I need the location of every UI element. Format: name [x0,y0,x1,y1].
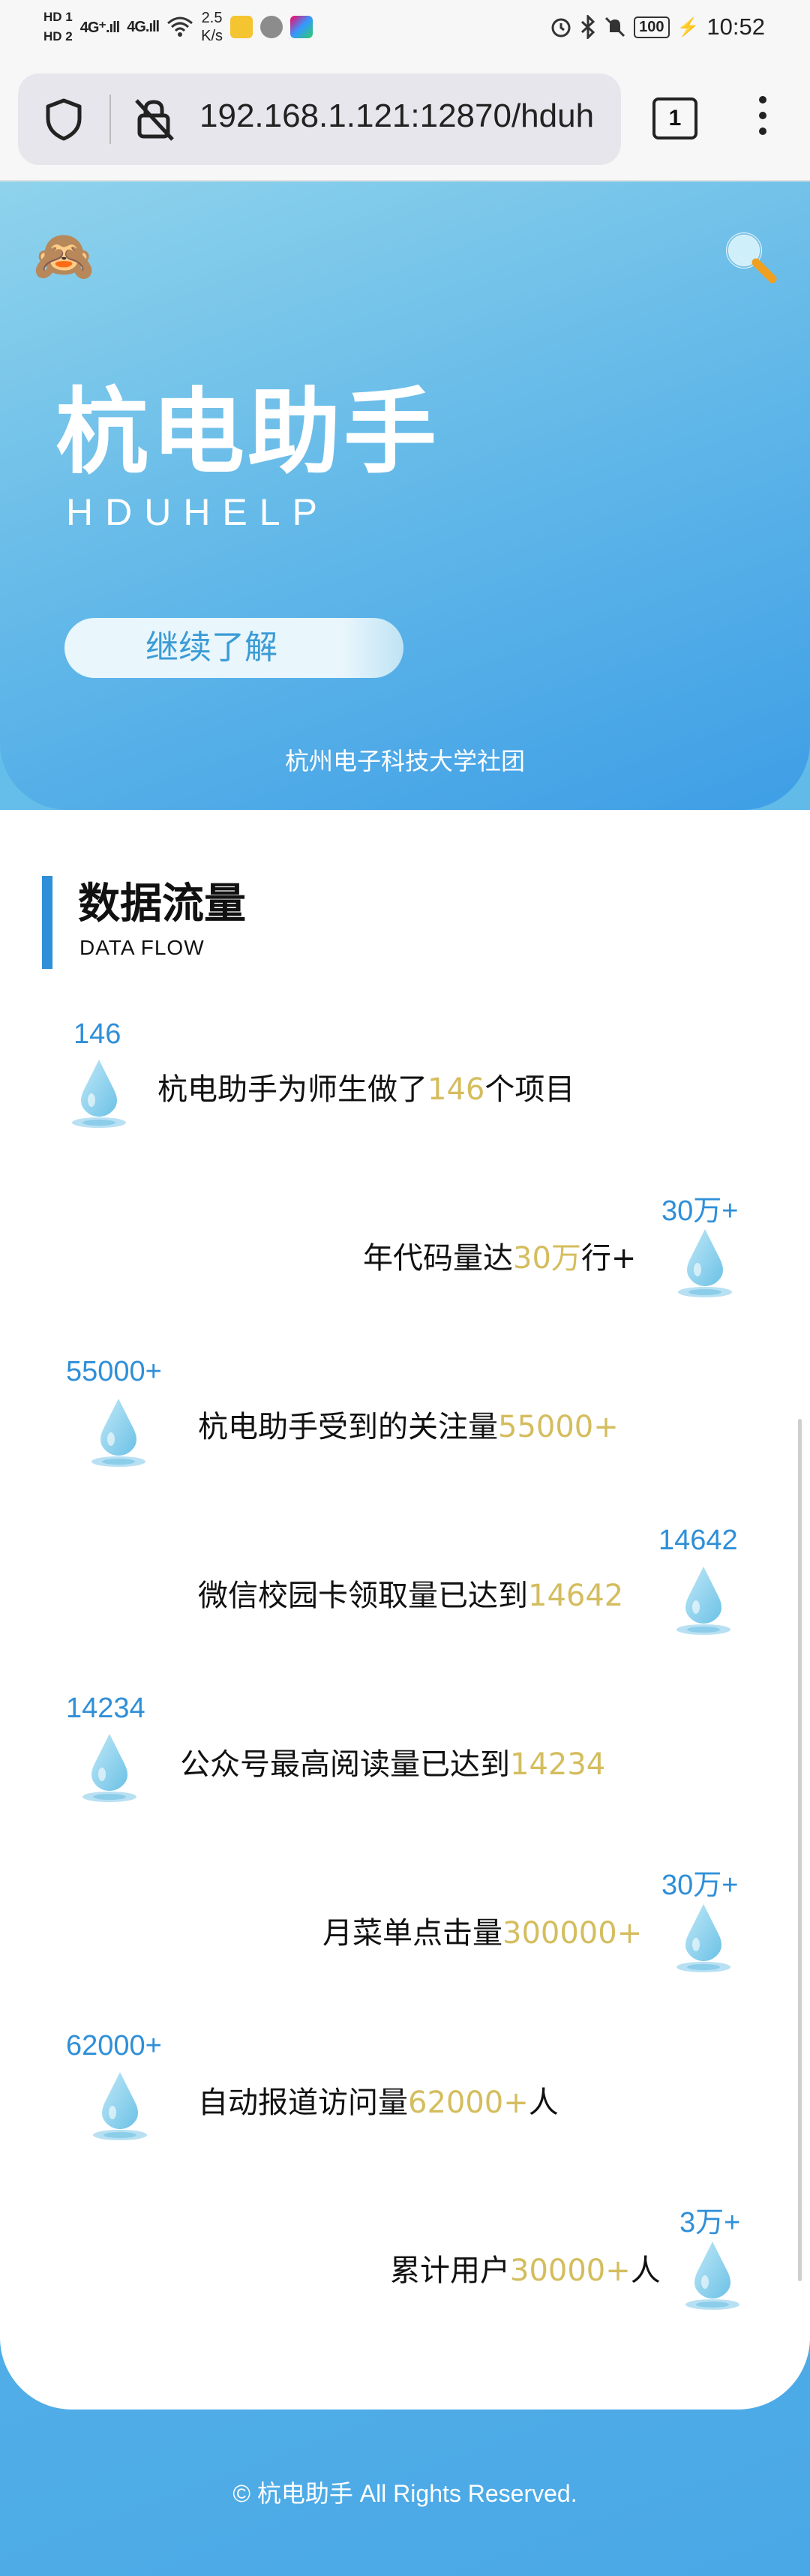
stat-highlight-value: 146 [428,1072,485,1107]
stat-description: 微信校园卡领取量已达到14642 [198,1576,623,1616]
status-bar: HD 1 HD 2 4G⁺.ıll 4G.ıll 2.5 K/s 100 ⚡ 1… [0,0,810,60]
alarm-icon [551,18,571,37]
hero-title: 杭电助手 [56,379,440,487]
stat-highlight-value: 14234 [510,1747,606,1782]
browser-toolbar: 192.168.1.121:12870/hduh 1 [0,60,810,181]
water-drop-icon [87,1394,150,1472]
stat-number: 14642 [658,1525,738,1556]
hd1-label: HD 1 [44,10,73,24]
stat-text-suffix: 个项目 [484,1072,575,1107]
stat-number: 30万+ [662,1870,739,1901]
signal2-icon: 4G.ıll [127,18,160,35]
app-store-icon [290,16,314,38]
hero-banner: 🙈 杭电助手 HDUHELP 继续了解 杭州电子科技大学社团 [0,181,810,810]
hd-indicators: HD 1 HD 2 [44,7,73,46]
see-no-evil-monkey-icon[interactable]: 🙈 [33,226,94,286]
water-drop-icon [78,1729,141,1807]
section-title: 数据流量 [78,880,246,928]
stat-description: 月菜单点击量300000+ [322,1913,642,1954]
wifi-icon [167,16,194,37]
water-drop-icon [68,1055,130,1133]
stat-description: 累计用户30000+人 [390,2251,661,2291]
page-scrollbar[interactable] [798,1419,802,2281]
stat-number: 62000+ [66,2030,162,2062]
stat-highlight-value: 62000+ [408,2086,529,2120]
bluetooth-icon [581,15,596,39]
stat-number: 3万+ [680,2207,741,2239]
water-drop-icon [88,2068,152,2146]
section-accent-bar [42,876,52,969]
net-speed: 2.5 K/s [201,9,223,45]
hd2-label: HD 2 [44,29,73,43]
stat-description: 年代码量达30万行+ [363,1238,636,1279]
wechat-icon [260,16,284,38]
stat-text-prefix: 微信校园卡领取量已达到 [198,1579,528,1613]
signal1-icon: 4G⁺.ıll [80,19,120,36]
stat-text-prefix: 杭电助手受到的关注量 [198,1410,498,1444]
address-divider [110,94,111,144]
stat-text-suffix: 人 [528,2086,559,2120]
hero-subtitle: HDUHELP [66,491,329,533]
water-drop-icon [674,1225,736,1303]
stat-number: 55000+ [66,1356,162,1387]
stat-description: 自动报道访问量62000+人 [198,2083,559,2123]
mute-icon [605,16,626,37]
stat-description: 公众号最高阅读量已达到14234 [180,1744,605,1785]
hero-org-label: 杭州电子科技大学社团 [284,747,525,775]
stat-text-suffix: 人 [630,2254,661,2288]
net-speed-unit: K/s [201,28,224,44]
tabs-button[interactable]: 1 [652,97,698,139]
stat-highlight-value: 14642 [528,1579,624,1613]
stat-highlight-value: 30万 [513,1241,581,1276]
stat-text-suffix: 行+ [580,1241,637,1276]
clock: 10:52 [706,13,765,40]
water-drop-icon [672,1562,735,1640]
status-right: 100 ⚡ 10:52 [550,13,765,40]
stat-number: 30万+ [662,1195,739,1227]
stat-text-prefix: 杭电助手为师生做了 [158,1072,428,1107]
stat-text-prefix: 累计用户 [390,2254,510,2288]
data-flow-card: 数据流量 DATA FLOW 146 杭电助手为师生做了146个项目30万+ [0,810,810,2410]
stat-text-prefix: 公众号最高阅读量已达到 [180,1747,510,1782]
stat-description: 杭电助手受到的关注量55000+ [198,1407,619,1447]
stat-number: 146 [74,1018,122,1050]
net-speed-value: 2.5 [201,10,223,26]
status-left: HD 1 HD 2 4G⁺.ıll 4G.ıll 2.5 K/s [44,7,314,46]
stat-highlight-value: 55000+ [498,1410,619,1444]
learn-more-button[interactable]: 继续了解 [64,618,404,678]
address-bar[interactable]: 192.168.1.121:12870/hduh [18,73,621,165]
url-text[interactable]: 192.168.1.121:12870/hduh [200,97,594,135]
stat-text-prefix: 月菜单点击量 [322,1916,502,1951]
overflow-menu-icon[interactable] [758,96,768,142]
insecure-lock-icon[interactable] [130,96,177,142]
charging-icon: ⚡ [676,16,700,37]
section-subtitle: DATA FLOW [80,936,205,959]
search-icon[interactable] [720,228,780,288]
stat-description: 杭电助手为师生做了146个项目 [158,1069,574,1110]
stat-text-prefix: 自动报道访问量 [198,2086,408,2120]
footer-copyright: © 杭电助手 All Rights Reserved. [232,2480,578,2507]
stat-text-prefix: 年代码量达 [363,1241,513,1276]
mail-app-icon [230,16,254,38]
stat-highlight-value: 30000+ [510,2254,631,2288]
shield-icon[interactable] [40,96,87,142]
water-drop-icon [672,1900,735,1978]
water-drop-icon [681,2237,744,2315]
stat-highlight-value: 300000+ [502,1916,643,1951]
stat-number: 14234 [66,1693,146,1724]
battery-icon: 100 [634,16,670,38]
